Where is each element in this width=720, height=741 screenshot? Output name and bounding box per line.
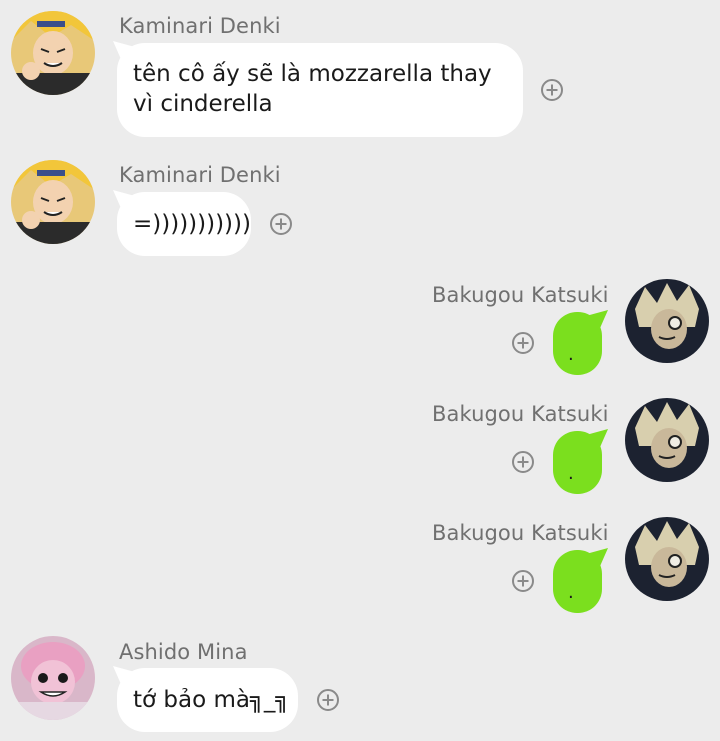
bakugou-avatar[interactable]	[625, 398, 709, 482]
kaminari-avatar[interactable]	[11, 11, 95, 95]
message-bubble[interactable]: .	[553, 431, 602, 494]
kaminari-avatar-image	[11, 11, 95, 95]
bakugou-avatar[interactable]	[625, 279, 709, 363]
add-reaction-plus-circle-icon[interactable]	[512, 332, 534, 354]
kaminari-avatar-image	[11, 160, 95, 244]
message-bubble[interactable]: =)))))))))))	[117, 192, 251, 256]
ashido-avatar-image	[11, 636, 95, 720]
message-bubble[interactable]: .	[553, 550, 602, 613]
sender-name: Ashido Mina	[119, 640, 248, 664]
bakugou-avatar-image	[625, 279, 709, 363]
sender-name: Kaminari Denki	[119, 163, 281, 187]
message-text: .	[568, 582, 574, 603]
sender-name: Bakugou Katsuki	[432, 402, 609, 426]
message-bubble[interactable]: tên cô ấy sẽ là mozzarella thay vì cinde…	[117, 43, 523, 137]
message-text: .	[568, 463, 574, 484]
message-text: =)))))))))))	[133, 211, 251, 237]
bakugou-avatar-image	[625, 398, 709, 482]
message-bubble[interactable]: .	[553, 312, 602, 375]
bakugou-avatar-image	[625, 517, 709, 601]
add-reaction-plus-circle-icon[interactable]	[541, 79, 563, 101]
message-text: tên cô ấy sẽ là mozzarella thay vì cinde…	[133, 61, 492, 117]
kaminari-avatar[interactable]	[11, 160, 95, 244]
add-reaction-plus-circle-icon[interactable]	[317, 689, 339, 711]
message-text: tớ bảo mà╗_╗	[133, 687, 290, 713]
bakugou-avatar[interactable]	[625, 517, 709, 601]
message-text: .	[568, 344, 574, 365]
add-reaction-plus-circle-icon[interactable]	[270, 213, 292, 235]
add-reaction-plus-circle-icon[interactable]	[512, 451, 534, 473]
sender-name: Bakugou Katsuki	[432, 283, 609, 307]
add-reaction-plus-circle-icon[interactable]	[512, 570, 534, 592]
ashido-avatar[interactable]	[11, 636, 95, 720]
message-bubble[interactable]: tớ bảo mà╗_╗	[117, 668, 298, 732]
sender-name: Kaminari Denki	[119, 14, 281, 38]
sender-name: Bakugou Katsuki	[432, 521, 609, 545]
